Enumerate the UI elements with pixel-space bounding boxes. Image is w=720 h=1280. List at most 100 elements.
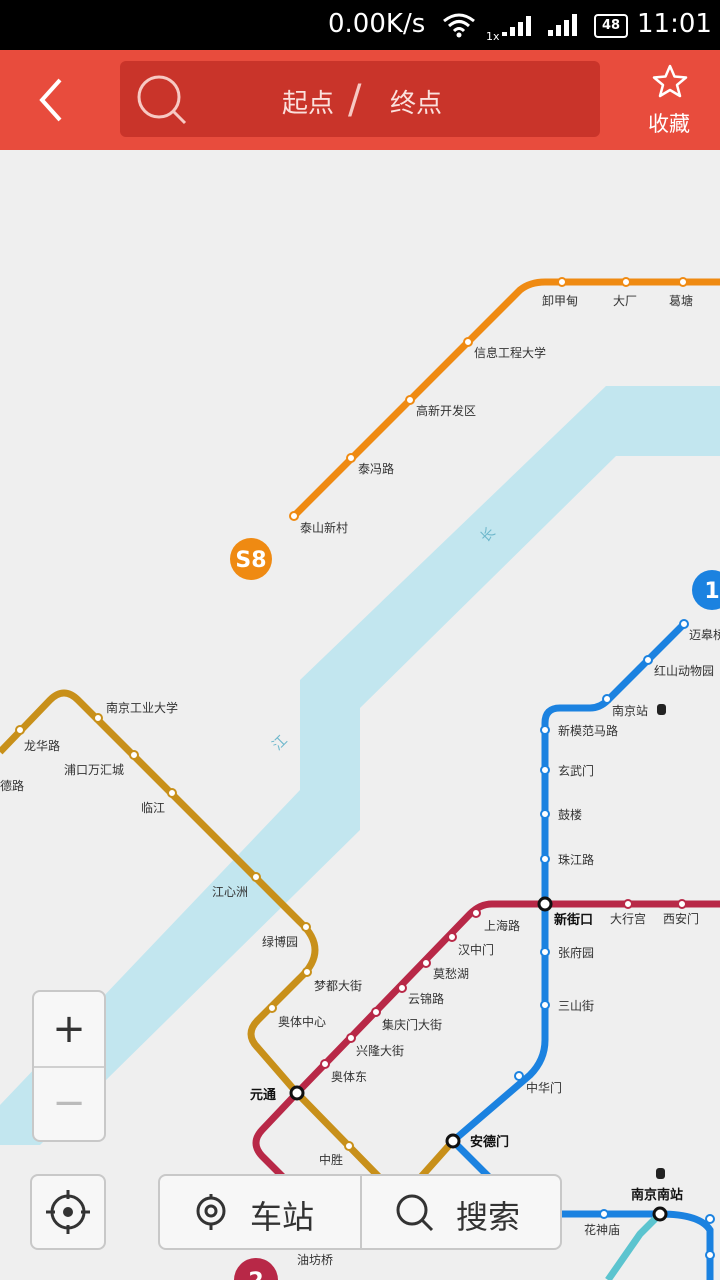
label-shanghailu: 上海路 <box>484 918 520 933</box>
station-button[interactable]: 车站 <box>160 1176 360 1248</box>
station-east <box>705 1214 715 1224</box>
label-xianmen: 西安门 <box>663 911 699 926</box>
search-button[interactable]: 搜索 <box>362 1176 562 1248</box>
station-taifeng <box>346 453 356 463</box>
station-zhangfuyuan <box>540 947 550 957</box>
station-zhongsheng <box>344 1141 354 1151</box>
label-dachang: 大厂 <box>613 294 637 308</box>
station-nanjingzhan <box>602 694 612 704</box>
label-linjiang: 临江 <box>141 801 165 815</box>
search-icon <box>396 1194 434 1232</box>
label-mengdu: 梦都大街 <box>314 979 362 993</box>
status-bar: 0.00K/s 1x 48 11:01 <box>0 0 720 50</box>
station-taishan <box>289 511 299 521</box>
label-longhua: 龙华路 <box>24 738 60 753</box>
station-linjiang <box>167 788 177 798</box>
label-daxinggong: 大行宫 <box>610 911 646 926</box>
station-dachang <box>621 277 631 287</box>
label-getang: 葛塘 <box>669 293 693 308</box>
station-zhonghuamen <box>514 1071 524 1081</box>
station-shanghailu <box>471 908 481 918</box>
label-hongshan: 红山动物园 <box>654 663 714 678</box>
label-nanjingzhan: 南京站 <box>612 703 648 718</box>
label-yunjinlu: 云锦路 <box>408 991 444 1006</box>
river-label-jiang: 江 <box>270 733 291 754</box>
back-arrow-icon[interactable] <box>30 68 80 132</box>
station-getang <box>678 277 688 287</box>
cell-signal-icon <box>548 14 577 36</box>
bottom-action-bar: 车站 搜索 <box>158 1174 562 1250</box>
label-xinxi: 信息工程大学 <box>474 345 546 360</box>
top-toolbar: 起点 / 终点 收藏 <box>0 50 720 150</box>
station-jiqingmen <box>371 1007 381 1017</box>
label-delu: 德路 <box>0 778 24 793</box>
interchange-xinjiekou <box>537 896 553 912</box>
label-aoti: 奥体中心 <box>278 1014 326 1029</box>
station-wanhui <box>129 750 139 760</box>
station-east2 <box>705 1250 715 1260</box>
station-yunjinlu <box>397 983 407 993</box>
station-maigaoqiao <box>679 619 689 629</box>
label-aotidong: 奥体东 <box>331 1070 367 1084</box>
station-lvbo <box>301 922 311 932</box>
data-signal-icon <box>502 16 531 36</box>
train-icon <box>657 704 666 715</box>
station-daxinggong <box>623 899 633 909</box>
label-hanzhongmen: 汉中门 <box>458 942 494 957</box>
station-xiejiadian <box>557 277 567 287</box>
line-s8-label: S8 <box>235 548 266 573</box>
label-jiqingmen: 集庆门大街 <box>382 1017 442 1032</box>
station-button-label: 车站 <box>250 1198 315 1236</box>
interchange-nanjingnan <box>652 1206 668 1222</box>
label-huashenmiao: 花神庙 <box>584 1222 620 1237</box>
search-separator: / <box>348 77 362 123</box>
network-speed: 0.00K/s <box>328 9 426 39</box>
signal-type: 1x <box>486 30 500 43</box>
station-pin-icon <box>196 1194 226 1230</box>
zoom-control: + − <box>32 990 106 1142</box>
station-mengdu <box>302 967 312 977</box>
favorites-label: 收藏 <box>648 112 690 136</box>
station-aotidong <box>320 1059 330 1069</box>
station-jiangxinzhou <box>251 872 261 882</box>
start-point-placeholder: 起点 <box>282 89 335 119</box>
label-zhangfuyuan: 张府园 <box>558 945 594 960</box>
locate-button[interactable] <box>30 1174 106 1250</box>
station-hongshan <box>643 655 653 665</box>
label-gulou: 鼓楼 <box>558 807 582 822</box>
station-xinglong <box>346 1033 356 1043</box>
station-gaoxin <box>405 395 415 405</box>
label-youfangqiao: 油坊桥 <box>297 1252 333 1267</box>
label-jiangxinzhou: 江心洲 <box>212 885 248 899</box>
label-xinmofan: 新模范马路 <box>558 723 618 738</box>
station-zhujianglu <box>540 854 550 864</box>
wifi-icon <box>443 13 475 38</box>
end-point-placeholder: 终点 <box>390 89 443 119</box>
favorites-button[interactable]: 收藏 <box>644 62 696 138</box>
search-icon <box>137 75 187 125</box>
clock: 11:01 <box>637 9 712 39</box>
label-nanjingnan: 南京南站 <box>631 1187 683 1203</box>
label-mochouhu: 莫愁湖 <box>433 966 469 981</box>
station-aoti <box>267 1003 277 1013</box>
search-button-label: 搜索 <box>456 1198 521 1236</box>
station-gulou <box>540 809 550 819</box>
subway-map[interactable]: 长 江 S8 卸甲甸 大厂 葛塘 信息工程大学 高新开发区 泰冯路 泰山新村 龙… <box>0 150 720 1280</box>
battery-icon: 48 <box>594 14 628 38</box>
label-maigaoqiao: 迈皋桥 <box>689 627 720 642</box>
zoom-out-button[interactable]: − <box>34 1068 104 1140</box>
label-taifeng: 泰冯路 <box>358 461 394 476</box>
label-wanhui: 浦口万汇城 <box>64 763 124 777</box>
label-zhongsheng: 中胜 <box>319 1152 343 1167</box>
crosshair-icon <box>46 1190 90 1234</box>
train-icon <box>656 1168 665 1179</box>
zoom-in-button[interactable]: + <box>34 992 104 1068</box>
route-search-box[interactable]: 起点 / 终点 <box>120 61 600 137</box>
line-2-label: 2 <box>248 1269 263 1280</box>
train-icons <box>656 704 666 1179</box>
station-longhua <box>15 725 25 735</box>
label-zhonghuamen: 中华门 <box>526 1080 562 1095</box>
label-andemen: 安德门 <box>470 1134 509 1150</box>
label-xinglong: 兴隆大街 <box>356 1043 404 1058</box>
label-xinjiekou: 新街口 <box>554 912 593 928</box>
